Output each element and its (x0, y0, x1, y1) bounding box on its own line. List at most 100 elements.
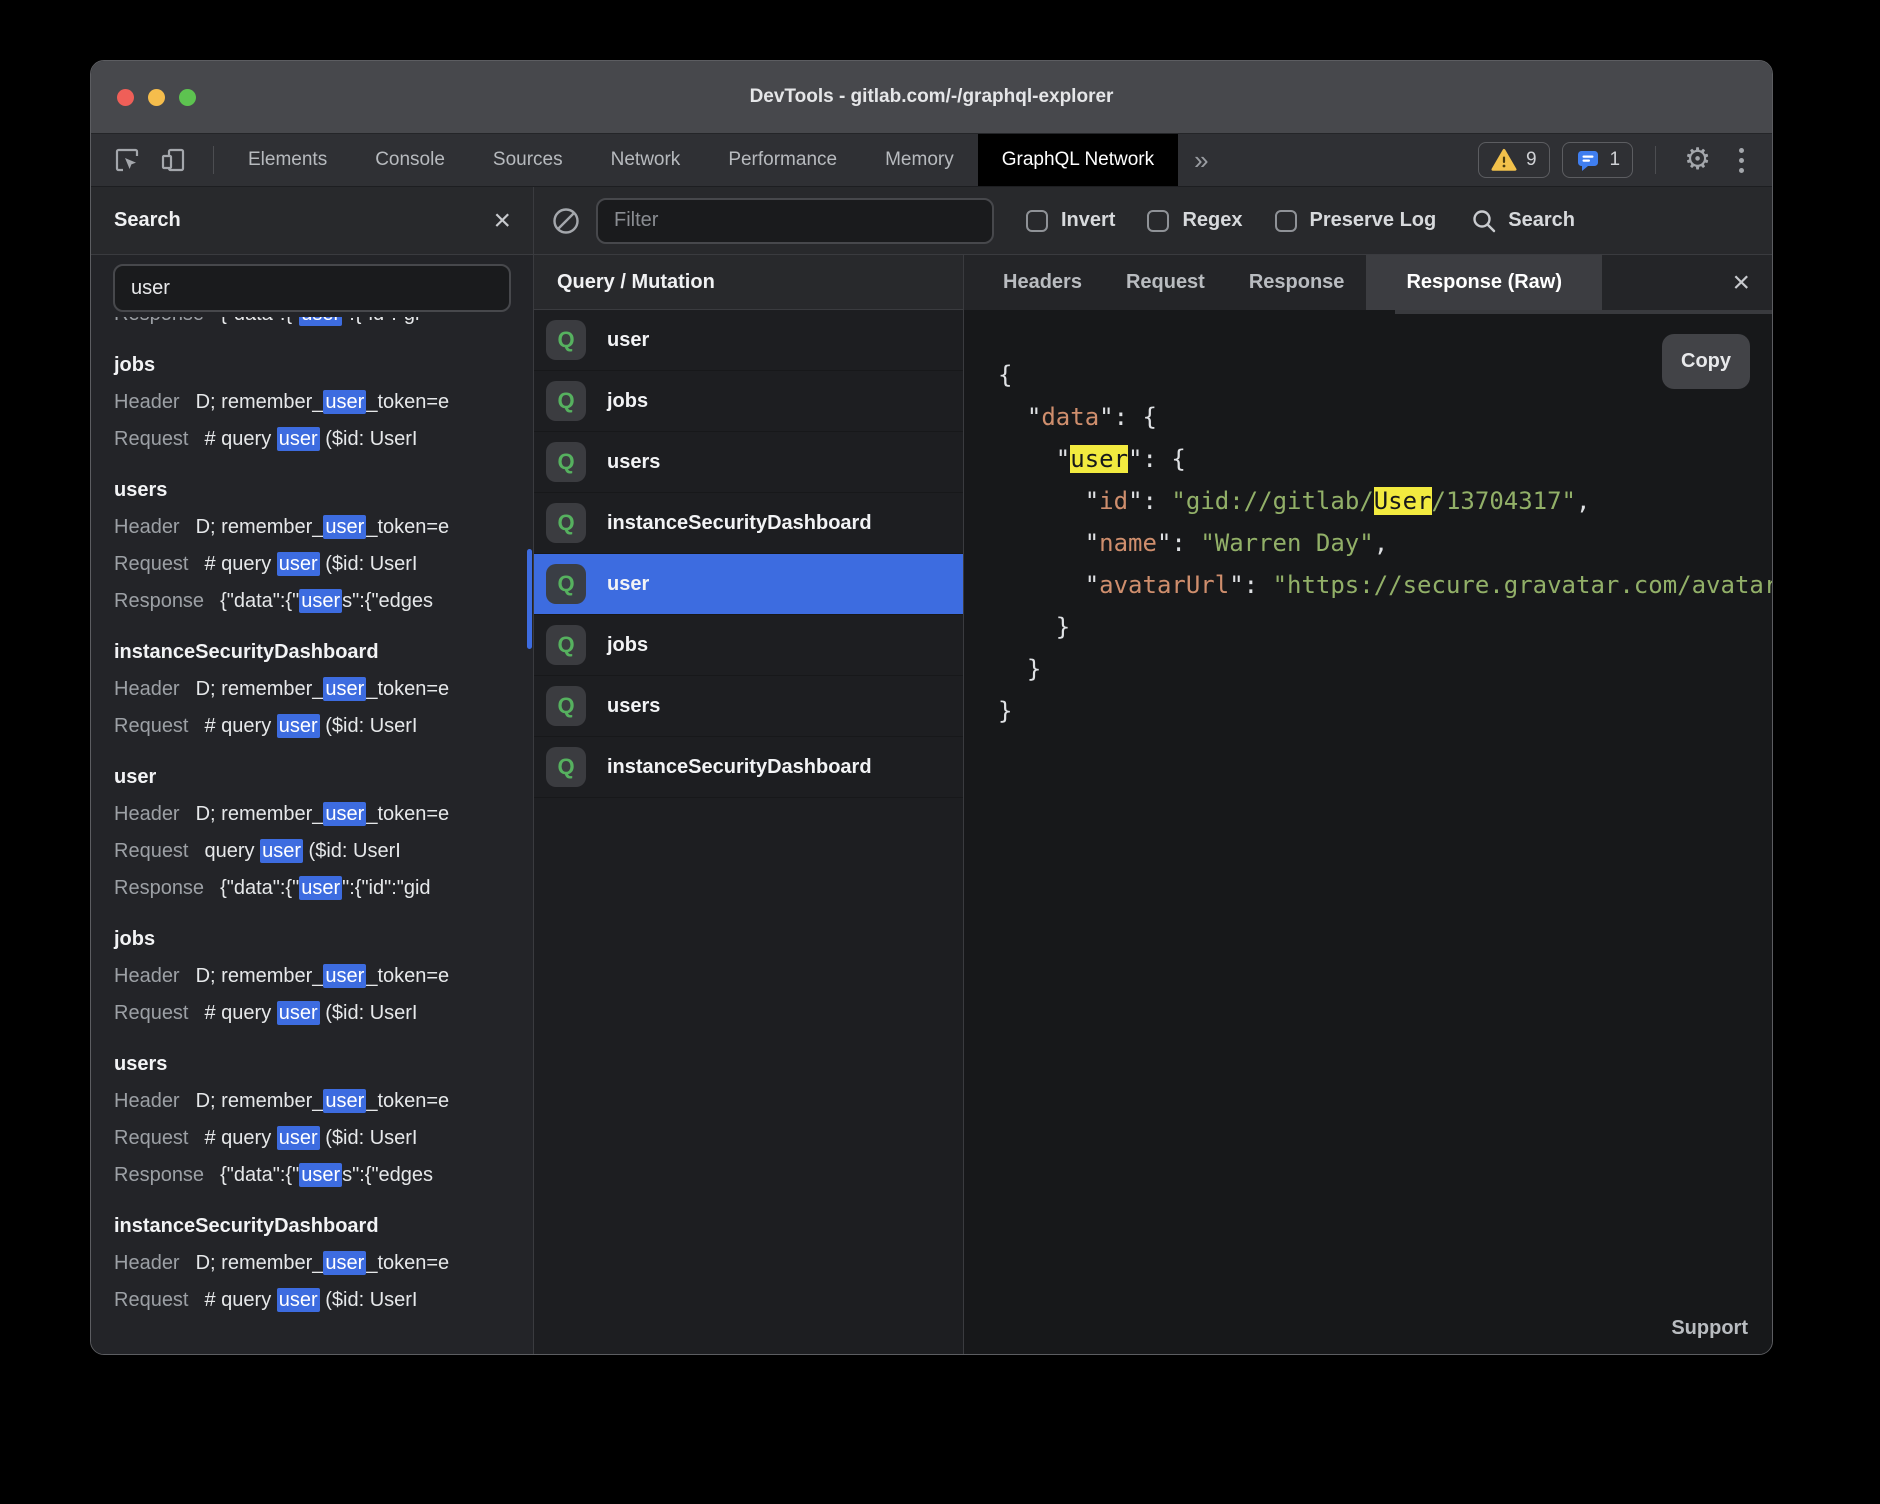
search-result-text: {"data":{"users":{"edges (220, 589, 433, 613)
search-panel-header: Search × (91, 187, 533, 255)
checkbox-box-regex[interactable] (1147, 210, 1169, 232)
search-result-line[interactable]: HeaderD; remember_user_token=e (114, 509, 533, 546)
query-row-instancesecuritydashboard[interactable]: QinstanceSecurityDashboard (534, 737, 963, 798)
query-row-jobs[interactable]: Qjobs (534, 615, 963, 676)
search-result-text: # query user ($id: UserI (205, 427, 418, 451)
network-toolbar: Invert Regex Preserve Log Search (534, 187, 1772, 255)
search-panel: Search × Response{"data":{"user":{"id":"… (91, 187, 534, 1354)
search-result-line[interactable]: Header D; remember_user_token=e (114, 796, 533, 833)
search-result-line[interactable]: HeaderD; remember_user_token=e (114, 1245, 533, 1282)
more-tabs-chevron-icon[interactable]: » (1178, 134, 1224, 186)
search-result-line[interactable]: Response{"data":{"users":{"edges (114, 1157, 533, 1194)
query-type-icon: Q (546, 503, 586, 543)
query-row-label: user (607, 329, 649, 352)
query-row-instancesecuritydashboard[interactable]: QinstanceSecurityDashboard (534, 493, 963, 554)
checkbox-preserve-log[interactable]: Preserve Log (1275, 209, 1437, 232)
json-line: "user": { (998, 438, 1772, 480)
tabstrip-divider (213, 146, 214, 174)
search-input[interactable] (113, 264, 511, 312)
search-result-text: D; remember_user_token=e (196, 964, 450, 988)
search-result-line[interactable]: Header D; remember_user_token=e (114, 958, 533, 995)
search-result-kind-label: Header (114, 803, 180, 825)
clear-requests-icon[interactable] (550, 205, 582, 237)
detail-panel: HeadersRequestResponseResponse (Raw)× { … (964, 255, 1772, 1354)
issues-count: 1 (1610, 149, 1621, 171)
devtools-tab-elements[interactable]: Elements (224, 134, 351, 186)
main-area: Search × Response{"data":{"user":{"id":"… (91, 187, 1772, 1354)
search-toggle[interactable]: Search (1470, 207, 1575, 235)
search-close-icon[interactable]: × (493, 206, 511, 236)
inspect-element-icon[interactable] (111, 144, 143, 176)
query-type-icon: Q (546, 320, 586, 360)
zoom-window-button[interactable] (179, 89, 196, 106)
checkbox-box-preserve-log[interactable] (1275, 210, 1297, 232)
query-row-users[interactable]: Qusers (534, 432, 963, 493)
minimize-window-button[interactable] (148, 89, 165, 106)
query-row-label: users (607, 451, 660, 474)
query-row-label: users (607, 695, 660, 718)
search-scrollbar-thumb[interactable] (527, 549, 532, 649)
query-row-user[interactable]: Quser (534, 554, 963, 615)
search-result-line[interactable]: Requestquery user ($id: UserI (114, 833, 533, 870)
search-result-line[interactable]: Request# query user ($id: UserI (114, 421, 533, 458)
devtools-tab-performance[interactable]: Performance (704, 134, 861, 186)
support-link[interactable]: Support (1671, 1317, 1748, 1340)
search-result-line[interactable]: Request# query user ($id: UserI (114, 1282, 533, 1319)
search-result-group-title[interactable]: users (114, 472, 533, 509)
filter-input[interactable] (596, 198, 994, 244)
checkbox-label-regex: Regex (1182, 209, 1242, 232)
query-row-jobs[interactable]: Qjobs (534, 371, 963, 432)
detail-tab-response[interactable]: Response (1227, 255, 1367, 310)
devtools-window: DevTools - gitlab.com/-/graphql-explorer… (90, 60, 1773, 1355)
search-result-line[interactable]: HeaderD; remember_user_token=e (114, 1083, 533, 1120)
detail-tab-request[interactable]: Request (1104, 255, 1227, 310)
search-result-kind-label: Response (114, 1164, 204, 1186)
search-result-line[interactable]: Request# query user ($id: UserI (114, 1120, 533, 1157)
search-result-kind-label: Header (114, 965, 180, 987)
search-result-text: D; remember_user_token=e (196, 802, 450, 826)
traffic-lights (117, 61, 196, 133)
search-result-line[interactable]: Request# query user ($id: UserI (114, 995, 533, 1032)
search-result-group-title[interactable]: user (114, 759, 533, 796)
devtools-tab-memory[interactable]: Memory (861, 134, 978, 186)
search-result-kind-label: Request (114, 1002, 189, 1024)
search-result-group-title[interactable]: jobs (114, 347, 533, 384)
warnings-badge[interactable]: 9 (1478, 142, 1550, 178)
detail-tab-response-raw[interactable]: Response (Raw) (1366, 255, 1602, 310)
search-result-line[interactable]: Request# query user ($id: UserI (114, 708, 533, 745)
search-result-kind-label: Request (114, 553, 189, 575)
devtools-tab-network[interactable]: Network (587, 134, 705, 186)
close-window-button[interactable] (117, 89, 134, 106)
settings-gear-icon[interactable]: ⚙ (1678, 145, 1717, 175)
search-result-group-title[interactable]: instanceSecurityDashboard (114, 634, 533, 671)
devtools-tab-console[interactable]: Console (351, 134, 469, 186)
devtools-tab-graphql-network[interactable]: GraphQL Network (978, 134, 1178, 186)
search-result-group-title[interactable]: instanceSecurityDashboard (114, 1208, 533, 1245)
search-result-group-title[interactable]: users (114, 1046, 533, 1083)
json-line: "data": { (998, 396, 1772, 438)
search-result-kind-label: Header (114, 516, 180, 538)
kebab-menu-icon[interactable] (1729, 148, 1754, 173)
query-row-user[interactable]: Quser (534, 310, 963, 371)
search-result-line[interactable]: Response{"data":{"users":{"edges (114, 583, 533, 620)
tabstrip-status: 9 1 ⚙ (1478, 134, 1772, 186)
search-result-text: D; remember_user_token=e (196, 390, 450, 414)
checkbox-invert[interactable]: Invert (1026, 209, 1115, 232)
copy-button[interactable]: Copy (1662, 334, 1750, 389)
detail-close-icon[interactable]: × (1710, 255, 1772, 310)
search-result-line[interactable]: Response{"data":{"user":{"id":"gid (114, 870, 533, 907)
search-result-line[interactable]: Request# query user ($id: UserI (114, 546, 533, 583)
issues-badge[interactable]: 1 (1562, 142, 1634, 178)
query-row-users[interactable]: Qusers (534, 676, 963, 737)
search-result-group-title[interactable]: jobs (114, 921, 533, 958)
checkbox-regex[interactable]: Regex (1147, 209, 1242, 232)
json-line: "name": "Warren Day", (998, 522, 1772, 564)
search-result-line[interactable]: Response{"data":{"user":{"id":"gi (114, 317, 533, 333)
detail-tab-headers[interactable]: Headers (981, 255, 1104, 310)
checkbox-box-invert[interactable] (1026, 210, 1048, 232)
device-toolbar-icon[interactable] (157, 144, 189, 176)
search-result-line[interactable]: HeaderD; remember_user_token=e (114, 671, 533, 708)
devtools-tab-sources[interactable]: Sources (469, 134, 587, 186)
json-line: } (998, 606, 1772, 648)
search-result-line[interactable]: HeaderD; remember_user_token=e (114, 384, 533, 421)
